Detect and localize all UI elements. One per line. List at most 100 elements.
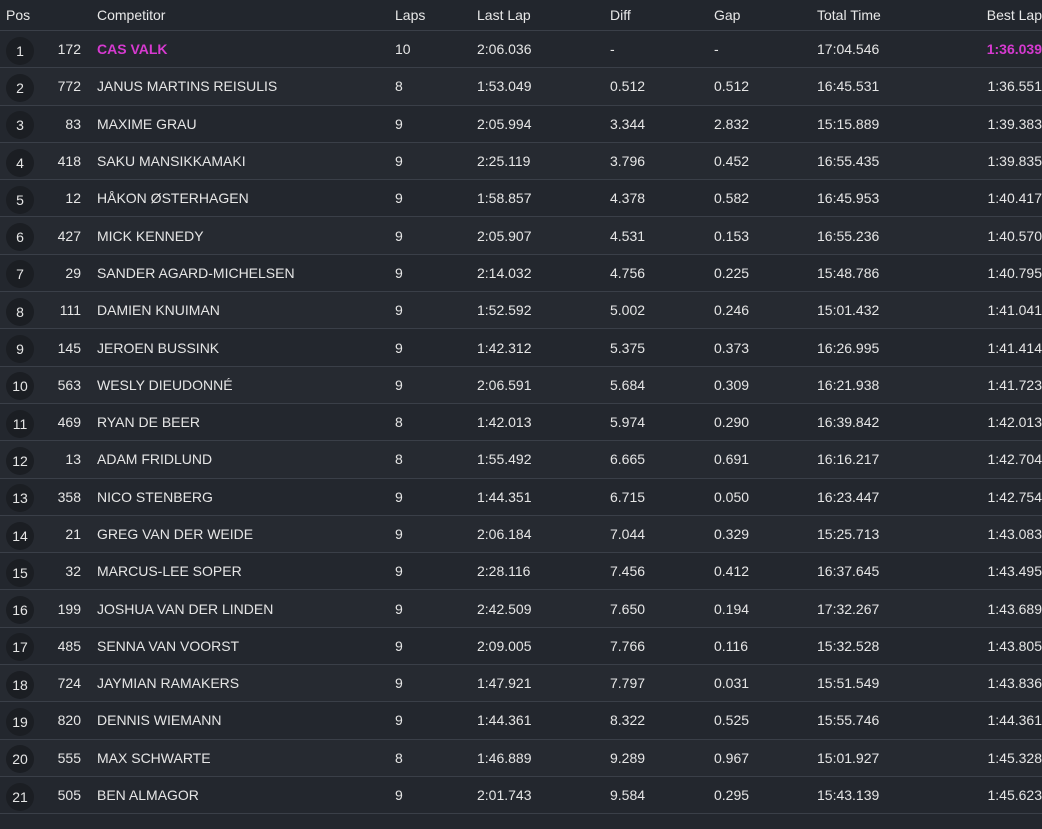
- position-badge: 18: [6, 670, 34, 699]
- table-row[interactable]: 17 485 SENNA VAN VOORST 9 2:09.005 7.766 0.116…: [0, 627, 1042, 666]
- position-badge: 17: [6, 633, 34, 662]
- table-row[interactable]: 20 555 MAX SCHWARTE 8 1:46.889 9.289 0.967 15:0…: [0, 739, 1042, 777]
- table-row[interactable]: 12 13 ADAM FRIDLUND 8 1:55.492 6.665 0.691 16:1…: [0, 441, 1042, 479]
- car-number: 772: [57, 78, 81, 95]
- table-row[interactable]: 14 21 GREG VAN DER WEIDE 9 2:06.184 7.044 0.32…: [0, 515, 1042, 554]
- best-lap-cell: 1:42.754: [987, 488, 1042, 505]
- table-row[interactable]: 18 724 JAYMIAN RAMAKERS 9 1:47.921 7.797 0.031…: [0, 665, 1042, 703]
- competitor-name: JOSHUA VAN DER LINDEN: [97, 600, 274, 617]
- table-row[interactable]: 7 29 SANDER AGARD-MICHELSEN 9 2:14.032 4.756 0…: [0, 254, 1042, 293]
- best-lap-cell: 1:41.414: [987, 339, 1042, 356]
- competitor-name: SENNA VAN VOORST: [97, 637, 240, 654]
- position-badge: 16: [6, 596, 34, 625]
- diff-cell: 4.378: [610, 190, 646, 207]
- table-row[interactable]: 2 772 JANUS MARTINS REISULIS 8 1:53.049 0.512…: [0, 68, 1042, 106]
- table-row[interactable]: 6 427 MICK KENNEDY 9 2:05.907 4.531 0.153 16:55…: [0, 217, 1042, 255]
- table-row[interactable]: 11 469 RYAN DE BEER 8 1:42.013 5.974 0.290 16:3…: [0, 403, 1042, 442]
- gap-cell: 0.452: [714, 153, 750, 170]
- gap-cell: 0.512: [714, 78, 750, 95]
- last-lap-cell: 2:09.005: [477, 637, 532, 654]
- competitor-name: NICO STENBERG: [97, 488, 213, 505]
- table-row[interactable]: 1 172 CAS VALK 10 2:06.036 - - 17:04.546 1:36.03…: [0, 31, 1042, 69]
- total-time-cell: 16:37.645: [817, 563, 880, 580]
- table-row[interactable]: 13 358 NICO STENBERG 9 1:44.351 6.715 0.050 16:…: [0, 478, 1042, 516]
- header-best-lap[interactable]: Best Lap: [947, 7, 1042, 23]
- car-number: 172: [57, 41, 81, 58]
- laps-cell: 9: [395, 675, 403, 692]
- header-last-lap[interactable]: Last Lap: [477, 7, 610, 23]
- total-time-cell: 15:32.528: [817, 637, 880, 654]
- best-lap-cell: 1:41.723: [987, 376, 1042, 393]
- laps-cell: 9: [395, 526, 403, 542]
- table-row[interactable]: 16 199 JOSHUA VAN DER LINDEN 9 2:42.509 7.650…: [0, 590, 1042, 628]
- diff-cell: 7.766: [610, 637, 646, 654]
- table-row[interactable]: 8 111 DAMIEN KNUIMAN 9 1:52.592 5.002 0.246 15:…: [0, 292, 1042, 330]
- position-cell: 1: [0, 34, 40, 65]
- competitor-name: GREG VAN DER WEIDE: [97, 526, 254, 542]
- laps-cell: 8: [395, 78, 403, 95]
- gap-cell: 0.582: [714, 190, 750, 207]
- diff-cell: 6.665: [610, 451, 646, 468]
- header-laps[interactable]: Laps: [395, 7, 477, 23]
- gap-cell: 0.967: [714, 749, 750, 766]
- header-diff[interactable]: Diff: [610, 7, 714, 23]
- total-time-cell: 15:55.746: [817, 712, 880, 729]
- laps-cell: 8: [395, 749, 403, 766]
- laps-cell: 10: [395, 41, 411, 58]
- position-badge: 13: [6, 484, 34, 513]
- competitor-name: RYAN DE BEER: [97, 414, 200, 431]
- position-badge: 19: [6, 707, 34, 736]
- table-row[interactable]: 10 563 WESLY DIEUDONNÉ 9 2:06.591 5.684 0.309 1…: [0, 366, 1042, 404]
- position-cell: 9: [0, 332, 40, 364]
- position-cell: 21: [0, 780, 40, 811]
- total-time-cell: 16:55.236: [817, 227, 880, 244]
- header-gap[interactable]: Gap: [714, 7, 817, 23]
- total-time-cell: 15:15.889: [817, 115, 880, 132]
- diff-cell: 3.344: [610, 115, 646, 132]
- position-cell: 3: [0, 108, 40, 140]
- table-row[interactable]: 3 83 MAXIME GRAU 9 2:05.994 3.344 2.832 15:15.8…: [0, 105, 1042, 143]
- competitor-name: MICK KENNEDY: [97, 227, 204, 244]
- position-badge: 12: [6, 446, 34, 475]
- best-lap-cell: 1:43.836: [987, 675, 1042, 692]
- car-number: 21: [65, 526, 81, 542]
- position-badge: 6: [6, 223, 34, 252]
- position-badge: 15: [6, 558, 34, 587]
- best-lap-cell: 1:43.495: [987, 563, 1042, 580]
- car-number: 505: [57, 787, 81, 804]
- car-number: 145: [57, 339, 81, 356]
- diff-cell: 7.456: [610, 563, 646, 580]
- position-badge: 21: [6, 782, 34, 811]
- header-competitor[interactable]: Competitor: [81, 7, 395, 23]
- best-lap-cell: 1:43.083: [987, 526, 1042, 542]
- laps-cell: 8: [395, 451, 403, 468]
- table-row[interactable]: 5 12 HÅKON ØSTERHAGEN 9 1:58.857 4.378 0.582 16…: [0, 180, 1042, 218]
- position-badge: 7: [6, 260, 34, 289]
- position-badge: 3: [6, 111, 34, 140]
- gap-cell: 0.153: [714, 227, 750, 244]
- position-cell: 10: [0, 369, 40, 401]
- table-row[interactable]: 19 820 DENNIS WIEMANN 9 1:44.361 8.322 0.525 15…: [0, 702, 1042, 740]
- header-total-time[interactable]: Total Time: [817, 7, 947, 23]
- laps-cell: 9: [395, 190, 403, 207]
- car-number: 12: [65, 190, 81, 207]
- total-time-cell: 15:51.549: [817, 675, 880, 692]
- laps-cell: 9: [395, 787, 403, 804]
- table-row[interactable]: 15 32 MARCUS-LEE SOPER 9 2:28.116 7.456 0.412 1…: [0, 553, 1042, 591]
- header-pos[interactable]: Pos: [0, 7, 40, 23]
- total-time-cell: 15:43.139: [817, 787, 880, 804]
- position-cell: 6: [0, 220, 40, 252]
- laps-cell: 9: [395, 227, 403, 244]
- table-header: Pos Competitor Laps Last Lap Diff Gap To…: [0, 0, 1042, 31]
- last-lap-cell: 2:14.032: [477, 264, 532, 281]
- table-row[interactable]: 4 418 SAKU MANSIKKAMAKI 9 2:25.119 3.796 0.452…: [0, 142, 1042, 181]
- table-row[interactable]: 9 145 JEROEN BUSSINK 9 1:42.312 5.375 0.373 16:…: [0, 329, 1042, 367]
- total-time-cell: 17:04.546: [817, 41, 880, 58]
- total-time-cell: 15:01.432: [817, 302, 880, 319]
- position-badge: 11: [6, 409, 34, 438]
- diff-cell: 7.044: [610, 526, 646, 542]
- position-badge: 20: [6, 745, 34, 774]
- table-row[interactable]: 21 505 BEN ALMAGOR 9 2:01.743 9.584 0.295 15:43…: [0, 776, 1042, 815]
- diff-cell: 5.684: [610, 376, 646, 393]
- car-number: 485: [57, 637, 81, 654]
